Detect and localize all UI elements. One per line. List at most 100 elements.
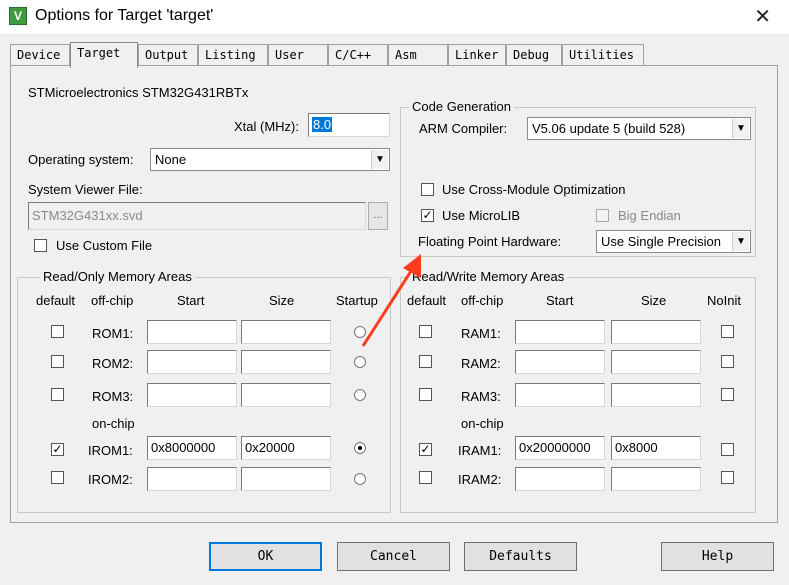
- iram1-default-checkbox[interactable]: ✓: [419, 443, 432, 456]
- rom2-startup-radio[interactable]: [354, 356, 366, 368]
- use-custom-file-checkbox[interactable]: [34, 239, 47, 252]
- ram2-start-input[interactable]: [515, 350, 605, 374]
- tab-user[interactable]: User: [268, 44, 328, 66]
- tab-linker[interactable]: Linker: [448, 44, 506, 66]
- rom3-default-checkbox[interactable]: [51, 388, 64, 401]
- ram3-label: RAM3:: [461, 389, 501, 404]
- ram3-size-input[interactable]: [611, 383, 701, 407]
- irom1-label: IROM1:: [88, 443, 133, 458]
- os-label: Operating system:: [28, 152, 134, 167]
- rom1-size-input[interactable]: [241, 320, 331, 344]
- irom2-default-checkbox[interactable]: [51, 471, 64, 484]
- tab-c-cpp[interactable]: C/C++: [328, 44, 388, 66]
- microlib-checkbox[interactable]: ✓: [421, 209, 434, 222]
- irom2-label: IROM2:: [88, 472, 133, 487]
- keil-app-icon: V: [9, 7, 27, 25]
- tab-device[interactable]: Device: [10, 44, 70, 66]
- ram2-size-input[interactable]: [611, 350, 701, 374]
- ro-header-offchip: off-chip: [91, 293, 134, 308]
- rom1-label: ROM1:: [92, 326, 134, 341]
- rom3-start-input[interactable]: [147, 383, 237, 407]
- code-generation-title: Code Generation: [409, 99, 515, 114]
- svd-browse-button: ...: [368, 202, 388, 230]
- irom2-startup-radio[interactable]: [354, 473, 366, 485]
- irom1-start-input[interactable]: 0x8000000: [147, 436, 237, 460]
- iram1-size-input[interactable]: 0x8000: [611, 436, 701, 460]
- fph-label: Floating Point Hardware:: [418, 234, 562, 249]
- chevron-down-icon: ▼: [371, 150, 388, 169]
- xtal-value: 8.0: [312, 117, 333, 132]
- irom1-size-input[interactable]: 0x20000: [241, 436, 331, 460]
- ram2-default-checkbox[interactable]: [419, 355, 432, 368]
- window-title: Options for Target 'target': [35, 7, 214, 24]
- big-endian-label: Big Endian: [618, 208, 681, 223]
- rom2-start-input[interactable]: [147, 350, 237, 374]
- ram1-size-input[interactable]: [611, 320, 701, 344]
- irom2-size-input[interactable]: [241, 467, 331, 491]
- chevron-down-icon: ▼: [732, 119, 749, 138]
- ro-memory-title: Read/Only Memory Areas: [40, 269, 195, 284]
- ram3-start-input[interactable]: [515, 383, 605, 407]
- iram2-size-input[interactable]: [611, 467, 701, 491]
- ram3-default-checkbox[interactable]: [419, 388, 432, 401]
- tab-target[interactable]: Target: [70, 42, 138, 68]
- iram1-start-input[interactable]: 0x20000000: [515, 436, 605, 460]
- os-select[interactable]: None ▼: [150, 148, 390, 171]
- ram1-start-input[interactable]: [515, 320, 605, 344]
- rw-header-noinit: NoInit: [707, 293, 741, 308]
- irom1-startup-radio[interactable]: [354, 442, 366, 454]
- rw-header-offchip: off-chip: [461, 293, 504, 308]
- xtal-label: Xtal (MHz):: [234, 119, 299, 134]
- rw-onchip-label: on-chip: [461, 416, 504, 431]
- rom3-size-input[interactable]: [241, 383, 331, 407]
- microlib-label: Use MicroLIB: [442, 208, 521, 223]
- tab-debug[interactable]: Debug: [506, 44, 562, 66]
- iram1-noinit-checkbox[interactable]: [721, 443, 734, 456]
- dialog-body: Device Target Output Listing User C/C++ …: [0, 34, 789, 585]
- xtal-input[interactable]: 8.0: [308, 113, 390, 137]
- tab-output[interactable]: Output: [138, 44, 198, 66]
- rom2-size-input[interactable]: [241, 350, 331, 374]
- svd-input: STM32G431xx.svd: [28, 202, 366, 230]
- chevron-down-icon: ▼: [732, 232, 749, 251]
- svd-label: System Viewer File:: [28, 182, 143, 197]
- ok-button[interactable]: OK: [209, 542, 322, 571]
- cross-module-checkbox[interactable]: [421, 183, 434, 196]
- tab-asm[interactable]: Asm: [388, 44, 448, 66]
- defaults-button[interactable]: Defaults: [464, 542, 577, 571]
- cancel-button[interactable]: Cancel: [337, 542, 450, 571]
- rw-header-size: Size: [641, 293, 667, 308]
- fph-select[interactable]: Use Single Precision ▼: [596, 230, 751, 253]
- close-icon[interactable]: ✕: [754, 4, 771, 29]
- fph-value: Use Single Precision: [601, 234, 721, 249]
- ro-header-default: default: [36, 293, 76, 308]
- ram2-noinit-checkbox[interactable]: [721, 355, 734, 368]
- rom3-startup-radio[interactable]: [354, 389, 366, 401]
- ram1-label: RAM1:: [461, 326, 501, 341]
- os-value: None: [155, 152, 187, 167]
- ram1-noinit-checkbox[interactable]: [721, 325, 734, 338]
- rom1-default-checkbox[interactable]: [51, 325, 64, 338]
- ro-header-start: Start: [177, 293, 205, 308]
- rom2-label: ROM2:: [92, 356, 134, 371]
- target-tab-panel: STMicroelectronics STM32G431RBTx Xtal (M…: [10, 65, 778, 523]
- iram2-default-checkbox[interactable]: [419, 471, 432, 484]
- ram3-noinit-checkbox[interactable]: [721, 388, 734, 401]
- irom1-default-checkbox[interactable]: ✓: [51, 443, 64, 456]
- irom2-start-input[interactable]: [147, 467, 237, 491]
- tab-listing[interactable]: Listing: [198, 44, 268, 66]
- rom2-default-checkbox[interactable]: [51, 355, 64, 368]
- iram2-start-input[interactable]: [515, 467, 605, 491]
- arm-compiler-value: V5.06 update 5 (build 528): [532, 121, 686, 136]
- rom1-start-input[interactable]: [147, 320, 237, 344]
- arm-compiler-select[interactable]: V5.06 update 5 (build 528) ▼: [527, 117, 751, 140]
- ro-header-size: Size: [269, 293, 295, 308]
- help-button[interactable]: Help: [661, 542, 774, 571]
- device-name: STMicroelectronics STM32G431RBTx: [28, 85, 249, 100]
- big-endian-checkbox: [596, 209, 609, 222]
- cross-module-label: Use Cross-Module Optimization: [442, 182, 626, 197]
- iram1-label: IRAM1:: [458, 443, 502, 458]
- iram2-noinit-checkbox[interactable]: [721, 471, 734, 484]
- arm-compiler-label: ARM Compiler:: [419, 121, 508, 136]
- tab-utilities[interactable]: Utilities: [562, 44, 644, 66]
